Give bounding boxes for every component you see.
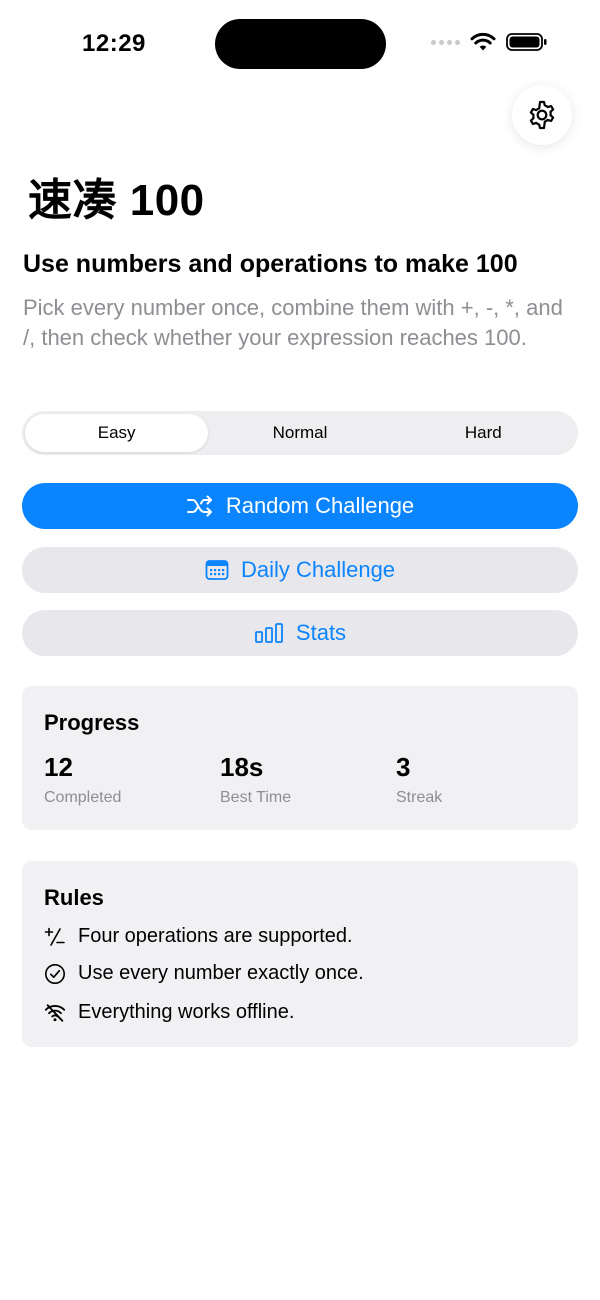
settings-button[interactable] bbox=[512, 85, 572, 145]
status-icons bbox=[431, 32, 548, 52]
battery-icon bbox=[506, 33, 547, 51]
wifi-icon bbox=[470, 32, 496, 51]
description: Pick every number once, combine them wit… bbox=[23, 295, 563, 350]
stat-streak: 3 Streak bbox=[396, 752, 442, 807]
rules-title: Rules bbox=[44, 885, 104, 910]
rule-item: Everything works offline. bbox=[44, 1001, 294, 1024]
bar-chart-icon bbox=[255, 623, 283, 643]
rule-text: Four operations are supported. bbox=[78, 925, 353, 947]
progress-title: Progress bbox=[44, 710, 140, 735]
progress-card: Progress 12 Completed 18s Best Time 3 St… bbox=[22, 686, 578, 830]
stat-value: 3 bbox=[396, 752, 411, 782]
stat-label: Streak bbox=[396, 789, 443, 806]
rule-text: Use every number exactly once. bbox=[78, 962, 364, 984]
calendar-icon bbox=[205, 560, 229, 580]
wifi-off-icon bbox=[44, 1002, 66, 1024]
rule-item: Four operations are supported. bbox=[44, 925, 353, 948]
stat-value: 18s bbox=[220, 752, 264, 782]
app-title: 速凑 100 bbox=[28, 176, 205, 225]
checkmark-circle-icon bbox=[44, 963, 66, 985]
app-screen: 12:29 速凑 100 Use numbers and operations … bbox=[0, 0, 600, 1300]
headline: Use numbers and operations to make 100 bbox=[23, 250, 518, 278]
daily-challenge-button[interactable]: Daily Challenge bbox=[22, 547, 578, 593]
stat-completed: 12 Completed bbox=[44, 752, 121, 807]
random-challenge-button[interactable]: Random Challenge bbox=[22, 483, 578, 529]
difficulty-picker: Easy Normal Hard bbox=[22, 411, 578, 455]
stats-button[interactable]: Stats bbox=[22, 610, 578, 656]
shuffle-icon bbox=[186, 495, 212, 517]
rule-text: Everything works offline. bbox=[78, 1001, 295, 1023]
daily-challenge-label: Daily Challenge bbox=[240, 557, 396, 582]
rules-card: Rules Four operations are supported. Use… bbox=[22, 861, 578, 1047]
rule-item: Use every number exactly once. bbox=[44, 962, 364, 985]
stat-label: Best Time bbox=[220, 789, 292, 806]
stats-label: Stats bbox=[295, 620, 347, 645]
gear-icon bbox=[529, 100, 555, 130]
status-time: 12:29 bbox=[82, 30, 146, 57]
difficulty-hard[interactable]: Hard bbox=[392, 414, 575, 452]
difficulty-easy[interactable]: Easy bbox=[25, 414, 209, 452]
cellular-signal-icon bbox=[431, 39, 460, 45]
stat-value: 12 bbox=[44, 752, 73, 782]
stat-label: Completed bbox=[44, 789, 122, 806]
random-challenge-label: Random Challenge bbox=[225, 493, 415, 518]
plus-minus-icon bbox=[44, 926, 66, 948]
dynamic-island bbox=[215, 19, 386, 69]
stat-best-time: 18s Best Time bbox=[220, 752, 291, 807]
difficulty-normal[interactable]: Normal bbox=[208, 414, 391, 452]
